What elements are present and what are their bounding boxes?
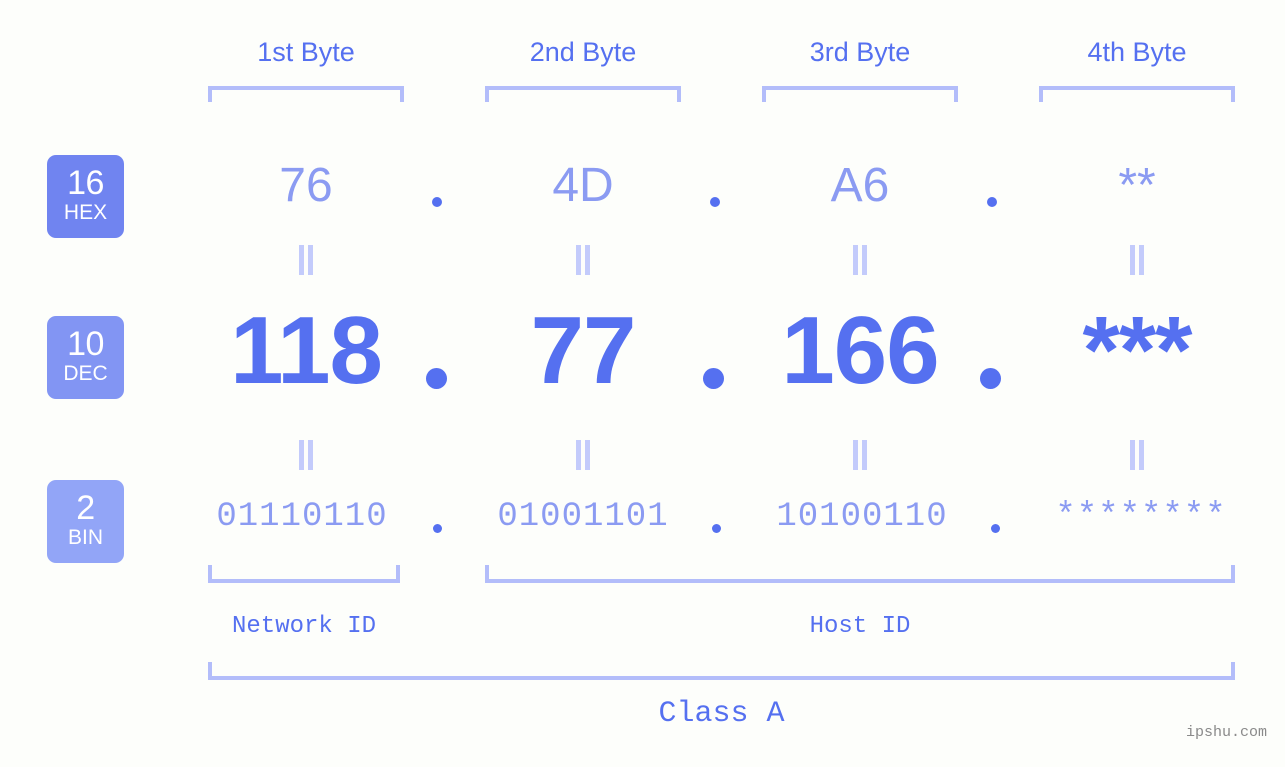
equals-sign-dec-bin-1	[295, 440, 317, 470]
dec-byte-1: 118	[230, 297, 383, 404]
bin-separator-dot-3	[991, 524, 1000, 533]
watermark-text: ipshu.com	[1185, 724, 1267, 741]
dec-separator-dot-3	[980, 368, 1001, 389]
byte-header-1: 1st Byte	[257, 37, 355, 67]
bin-separator-dot-2	[712, 524, 721, 533]
hex-separator-dot-1	[432, 197, 442, 207]
equals-sign-dec-bin-3	[849, 440, 871, 470]
base-badge-bin-number: 2	[76, 489, 95, 527]
class-label: Class A	[658, 697, 785, 731]
dec-separator-dot-2	[703, 368, 724, 389]
network-id-bracket	[208, 565, 400, 583]
dec-byte-2: 77	[530, 297, 637, 404]
dec-byte-4: ***	[1082, 297, 1192, 404]
base-badge-hex-number: 16	[67, 164, 104, 202]
hex-byte-3: A6	[830, 159, 890, 212]
base-badge-bin-name: BIN	[67, 526, 103, 549]
equals-sign-dec-bin-2	[572, 440, 594, 470]
ip-byte-breakdown-diagram: 1st Byte 2nd Byte 3rd Byte 4th Byte 16 H…	[0, 0, 1285, 767]
base-badge-dec-number: 10	[67, 325, 104, 363]
byte-bracket-1	[208, 86, 404, 102]
bin-separator-dot-1	[433, 524, 442, 533]
base-badge-dec: 10 DEC	[47, 316, 124, 399]
dec-separator-dot-1	[426, 368, 447, 389]
network-id-label: Network ID	[231, 613, 377, 640]
equals-sign-hex-dec-4	[1126, 245, 1148, 275]
bin-byte-4: ********	[1055, 498, 1227, 536]
base-badge-dec-name: DEC	[63, 362, 108, 385]
base-badge-hex: 16 HEX	[47, 155, 124, 238]
hex-separator-dot-2	[710, 197, 720, 207]
byte-header-2: 2nd Byte	[529, 37, 637, 67]
dec-byte-3: 166	[781, 297, 939, 404]
hex-byte-1: 76	[279, 159, 333, 212]
base-badge-bin: 2 BIN	[47, 480, 124, 563]
byte-bracket-2	[485, 86, 681, 102]
equals-sign-dec-bin-4	[1126, 440, 1148, 470]
bin-byte-2: 01001101	[497, 498, 669, 536]
hex-byte-4: **	[1118, 159, 1156, 212]
hex-separator-dot-3	[987, 197, 997, 207]
byte-header-3: 3rd Byte	[809, 37, 911, 67]
host-id-bracket	[485, 565, 1235, 583]
bin-byte-3: 10100110	[776, 498, 948, 536]
bin-byte-1: 01110110	[216, 498, 388, 536]
class-bracket	[208, 662, 1235, 680]
host-id-label: Host ID	[809, 613, 911, 640]
byte-bracket-4	[1039, 86, 1235, 102]
hex-byte-2: 4D	[552, 159, 614, 212]
equals-sign-hex-dec-1	[295, 245, 317, 275]
equals-sign-hex-dec-2	[572, 245, 594, 275]
equals-sign-hex-dec-3	[849, 245, 871, 275]
byte-bracket-3	[762, 86, 958, 102]
byte-header-4: 4th Byte	[1087, 37, 1187, 67]
base-badge-hex-name: HEX	[63, 201, 108, 224]
